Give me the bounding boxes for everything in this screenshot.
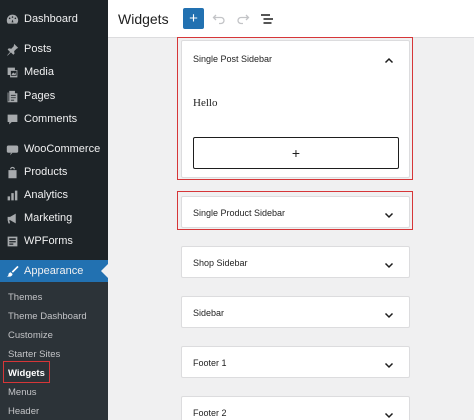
submenu-item-themes[interactable]: Themes [8, 292, 42, 303]
wpforms-icon [5, 234, 19, 248]
menu-label: Media [24, 66, 54, 78]
pages-icon [5, 89, 19, 103]
single-product-sidebar-highlight-box [177, 191, 413, 230]
menu-item-products[interactable]: Products [0, 161, 108, 183]
menu-item-analytics[interactable]: Analytics [0, 184, 108, 206]
comments-icon [5, 112, 19, 126]
pin-icon [5, 42, 19, 56]
menu-item-posts[interactable]: Posts [0, 38, 108, 60]
menu-item-comments[interactable]: Comments [0, 108, 108, 130]
appearance-icon [5, 264, 19, 278]
widget-area-title: Footer 2 [193, 408, 227, 418]
media-icon [5, 65, 19, 79]
editor-header: Widgets + [108, 0, 474, 38]
widgets-highlight-box [3, 361, 50, 383]
widget-area-footer-2[interactable]: Footer 2 [181, 396, 410, 420]
widget-area-shop-sidebar[interactable]: Shop Sidebar [181, 246, 410, 278]
chevron-down-icon[interactable] [384, 357, 394, 369]
single-post-sidebar-highlight-box [177, 37, 413, 180]
page-title: Widgets [118, 11, 169, 27]
menu-item-pages[interactable]: Pages [0, 85, 108, 107]
widget-area-title: Shop Sidebar [193, 258, 248, 268]
widget-area-sidebar[interactable]: Sidebar [181, 296, 410, 328]
menu-label: Pages [24, 90, 56, 102]
list-view-icon[interactable] [260, 12, 274, 26]
menu-item-wpforms[interactable]: WPForms [0, 230, 108, 252]
widget-area-title: Footer 1 [193, 358, 227, 368]
plus-icon: + [189, 10, 198, 27]
menu-label: Analytics [24, 189, 69, 201]
menu-label: Marketing [24, 212, 73, 224]
active-arrow [101, 264, 108, 278]
analytics-icon [5, 188, 19, 202]
menu-item-marketing[interactable]: Marketing [0, 207, 108, 229]
undo-icon[interactable] [212, 12, 226, 26]
menu-label: WooCommerce [24, 143, 101, 155]
widget-area-footer-1[interactable]: Footer 1 [181, 346, 410, 378]
chevron-down-icon[interactable] [384, 257, 394, 269]
admin-sidebar: Dashboard Posts Media Pages Comments Woo… [0, 0, 108, 420]
menu-item-dashboard[interactable]: Dashboard [0, 8, 108, 30]
menu-label: Comments [24, 113, 78, 125]
menu-label: Dashboard [24, 13, 78, 25]
woocommerce-icon [5, 142, 19, 156]
menu-item-media[interactable]: Media [0, 61, 108, 83]
menu-item-appearance[interactable]: Appearance [0, 260, 108, 282]
redo-icon[interactable] [236, 12, 250, 26]
widget-area-title: Sidebar [193, 308, 225, 318]
marketing-icon [5, 211, 19, 225]
add-block-button[interactable]: + [183, 8, 204, 29]
menu-label: Appearance [24, 265, 84, 277]
menu-label: Products [24, 166, 68, 178]
submenu-item-starter-sites[interactable]: Starter Sites [8, 349, 60, 360]
dashboard-icon [5, 12, 19, 26]
submenu-item-customize[interactable]: Customize [8, 330, 53, 341]
products-icon [5, 165, 19, 179]
submenu-item-theme-dashboard[interactable]: Theme Dashboard [8, 311, 87, 322]
chevron-down-icon[interactable] [384, 407, 394, 419]
submenu-item-menus[interactable]: Menus [8, 387, 37, 398]
menu-label: WPForms [24, 235, 73, 247]
menu-item-woocommerce[interactable]: WooCommerce [0, 138, 108, 160]
submenu-item-header[interactable]: Header [8, 406, 39, 417]
chevron-down-icon[interactable] [384, 307, 394, 319]
menu-label: Posts [24, 43, 52, 55]
